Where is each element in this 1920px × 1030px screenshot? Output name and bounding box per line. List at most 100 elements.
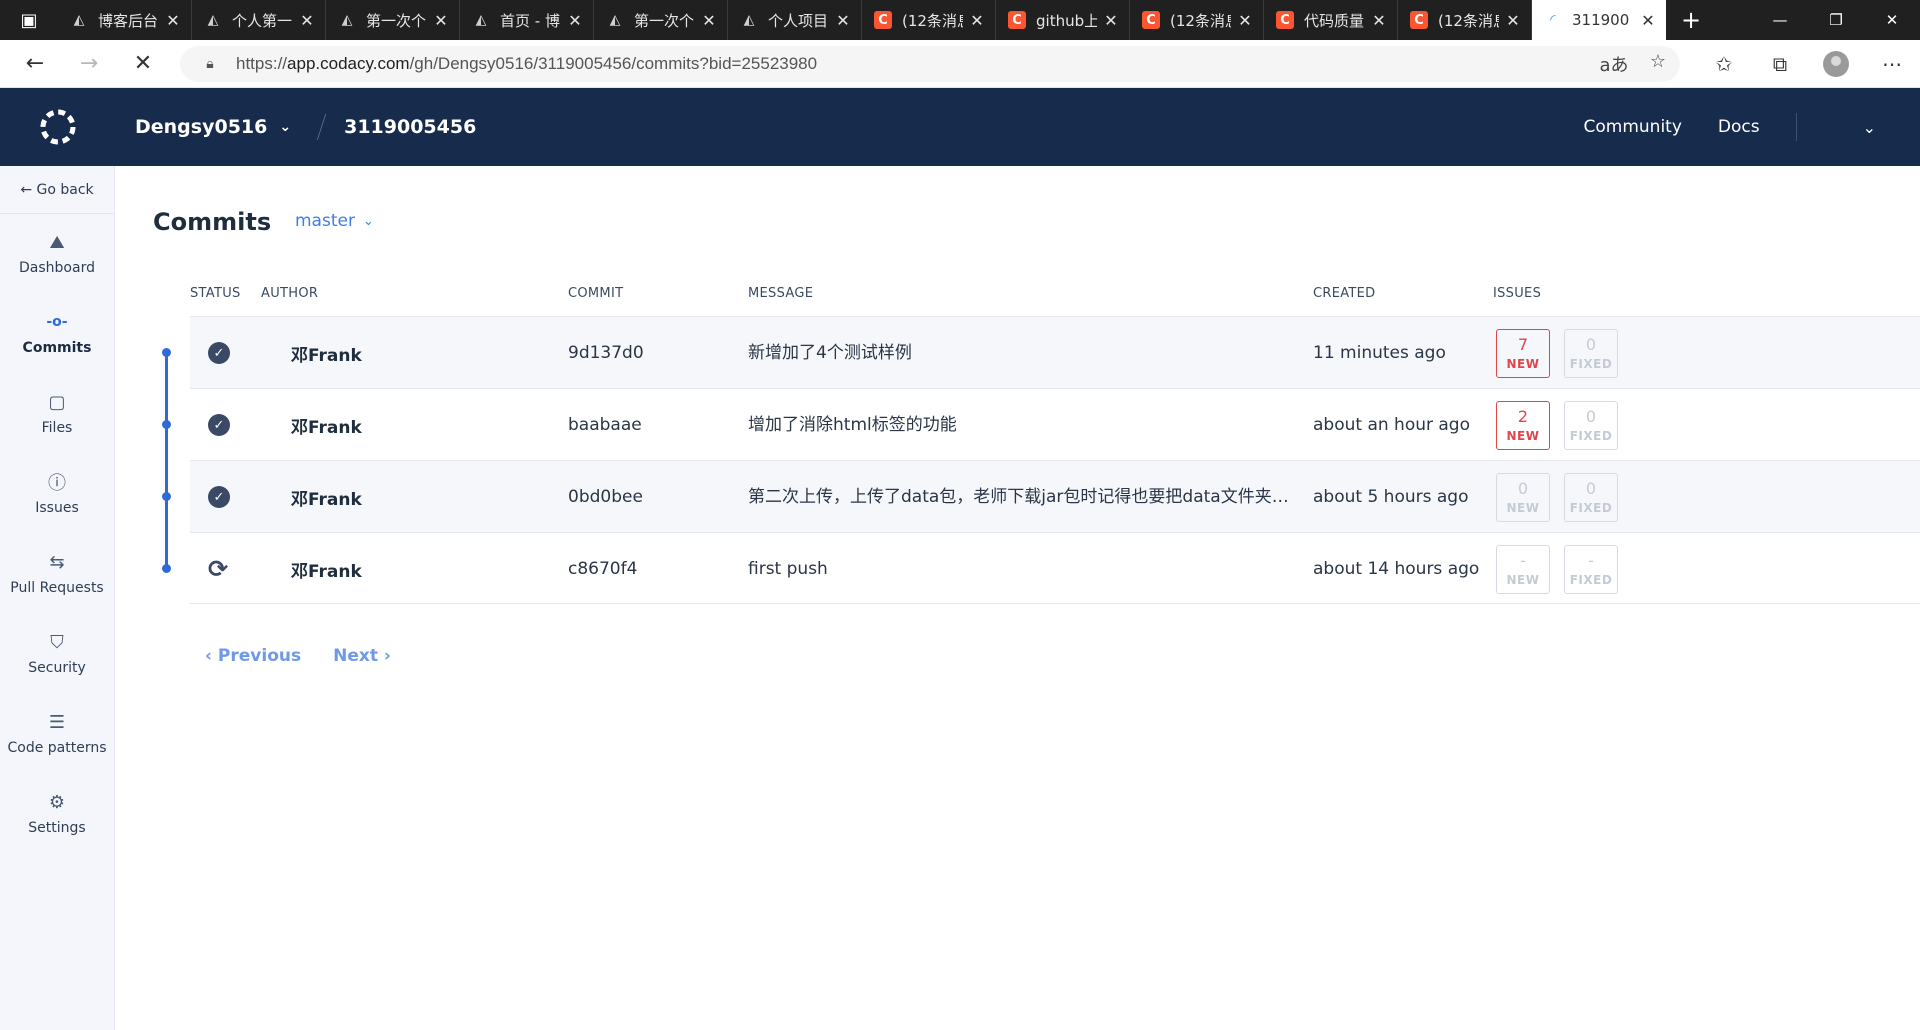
commit-message[interactable]: first push — [748, 533, 1293, 605]
sidebar-item-settings[interactable]: ⚙ Settings — [0, 774, 114, 854]
sidebar-item-files[interactable]: ▢ Files — [0, 374, 114, 454]
close-tab-icon[interactable]: ✕ — [835, 11, 851, 30]
branch-selector[interactable]: master ⌄ — [295, 211, 374, 231]
sidebar-item-issues[interactable]: ⓘ Issues — [0, 454, 114, 534]
address-bar[interactable]: 🔒︎ https://app.codacy.com/gh/Dengsy0516/… — [180, 46, 1680, 82]
commit-message[interactable]: 新增加了4个测试样例 — [748, 317, 1293, 389]
user-menu-chevron-icon[interactable]: ⌄ — [1863, 118, 1876, 137]
table-row[interactable]: ✓ 邓Frank 0bd0bee 第二次上传，上传了data包，老师下载jar包时记得… — [190, 460, 1920, 532]
fixed-issues-badge-label: FIXED — [1569, 501, 1613, 515]
browser-tab[interactable]: Cgithub上 ✕ — [996, 0, 1130, 40]
commit-hash[interactable]: baabaae — [568, 389, 642, 461]
sidebar-item-pull-requests[interactable]: ⇆ Pull Requests — [0, 534, 114, 614]
sidebar-item-commits[interactable]: -o- Commits — [0, 294, 114, 374]
browser-tab[interactable]: ◭ 首页 - 博 ✕ — [460, 0, 594, 40]
browser-tab[interactable]: C (12条消息 ✕ — [1398, 0, 1532, 40]
close-tab-icon[interactable]: ✕ — [1640, 11, 1656, 30]
restore-icon[interactable]: ❐ — [1808, 0, 1864, 40]
status-cell: ✓ — [208, 317, 230, 389]
fixed-issues-badge[interactable]: 0 FIXED — [1564, 400, 1618, 450]
new-issues-badge[interactable]: 7 NEW — [1496, 328, 1550, 378]
new-issues-badge[interactable]: 2 NEW — [1496, 400, 1550, 450]
close-tab-icon[interactable]: ✕ — [1371, 11, 1387, 30]
minimize-icon[interactable]: — — [1752, 0, 1808, 40]
close-window-icon[interactable]: ✕ — [1864, 0, 1920, 40]
stop-loading-icon[interactable]: ✕ — [116, 40, 170, 88]
commit-message[interactable]: 增加了消除html标签的功能 — [748, 389, 1293, 461]
table-row[interactable]: ✓ 邓Frank 9d137d0 新增加了4个测试样例 11 minutes ago 7 N… — [190, 316, 1920, 388]
close-tab-icon[interactable]: ✕ — [433, 11, 449, 30]
commit-hash[interactable]: 0bd0bee — [568, 461, 643, 533]
close-tab-icon[interactable]: ✕ — [1103, 11, 1119, 30]
tab-title: (12条消息 — [1170, 11, 1231, 30]
column-commit: COMMIT — [568, 286, 624, 301]
column-created: CREATED — [1313, 286, 1376, 301]
fixed-issues-badge[interactable]: 0 FIXED — [1564, 328, 1618, 378]
close-tab-icon[interactable]: ✕ — [701, 11, 717, 30]
forward-arrow-icon[interactable]: → — [62, 40, 116, 88]
breadcrumb-separator — [316, 114, 327, 140]
new-tab-button[interactable]: + — [1666, 0, 1716, 40]
tab-title: 首页 - 博 — [500, 11, 560, 30]
collections-icon[interactable]: ⧉ — [1752, 40, 1808, 88]
table-row[interactable]: ⟳ 邓Frank c8670f4 first push about 14 hours a… — [190, 532, 1920, 604]
browser-tab[interactable]: C 代码质量 ✕ — [1264, 0, 1398, 40]
commit-message-cell: 新增加了4个测试样例 — [748, 317, 1293, 389]
tab-title: 博客后台 — [98, 11, 159, 30]
tab-actions-icon[interactable]: ▣ — [0, 0, 58, 40]
issues-cell: - NEW - FIXED — [1496, 533, 1618, 605]
fixed-issues-badge[interactable]: 0 FIXED — [1564, 472, 1618, 522]
column-message: MESSAGE — [748, 286, 814, 301]
commit-message[interactable]: 第二次上传，上传了data包，老师下载jar包时记得也要把data文件夹一起下载 — [748, 461, 1293, 533]
sidebar-item-code-patterns[interactable]: ☰ Code patterns — [0, 694, 114, 774]
new-issues-badge-count: - — [1520, 551, 1526, 570]
sidebar-item-dashboard[interactable]: ⛰ Dashboard — [0, 214, 114, 294]
files-icon: ▢ — [48, 391, 66, 413]
url-text[interactable]: https://app.codacy.com/gh/Dengsy0516/311… — [236, 54, 817, 74]
browser-tab[interactable]: ◭ 博客后台 ✕ — [58, 0, 192, 40]
browser-tab[interactable]: ◭ 第一次个 ✕ — [326, 0, 460, 40]
close-tab-icon[interactable]: ✕ — [165, 11, 181, 30]
profile-avatar[interactable] — [1808, 40, 1864, 88]
browser-tab[interactable]: C (12条消息 ✕ — [1130, 0, 1264, 40]
close-tab-icon[interactable]: ✕ — [969, 11, 985, 30]
back-arrow-icon[interactable]: ← — [8, 40, 62, 88]
more-menu-icon[interactable]: ⋯ — [1864, 40, 1920, 88]
close-tab-icon[interactable]: ✕ — [567, 11, 583, 30]
browser-tab[interactable]: ◜ 311900 ✕ — [1532, 0, 1666, 40]
commit-created: about 5 hours ago — [1313, 487, 1469, 507]
previous-page-link[interactable]: ‹ Previous — [205, 646, 301, 666]
browser-tab[interactable]: ◭ 个人项目 ✕ — [728, 0, 862, 40]
browser-tab[interactable]: ◭ 个人第一 ✕ — [192, 0, 326, 40]
sidebar-item-security[interactable]: ⛉ Security — [0, 614, 114, 694]
repository-name[interactable]: 3119005456 — [344, 116, 476, 138]
read-aloud-icon[interactable]: aあ — [1592, 51, 1636, 77]
fixed-issues-badge-label: FIXED — [1569, 573, 1613, 587]
issues-cell: 7 NEW 0 FIXED — [1496, 317, 1618, 389]
commit-hash[interactable]: c8670f4 — [568, 533, 637, 605]
fixed-issues-badge[interactable]: - FIXED — [1564, 544, 1618, 594]
lock-icon[interactable]: 🔒︎ — [192, 56, 228, 72]
next-page-link[interactable]: Next › — [333, 646, 391, 666]
table-row[interactable]: ✓ 邓Frank baabaae 增加了消除html标签的功能 about an hou… — [190, 388, 1920, 460]
timeline-dot — [162, 420, 171, 429]
sidebar-item-label: Dashboard — [19, 260, 95, 276]
close-tab-icon[interactable]: ✕ — [299, 11, 315, 30]
organization-selector[interactable]: Dengsy0516 ⌄ — [135, 116, 291, 138]
new-issues-badge[interactable]: - NEW — [1496, 544, 1550, 594]
favorites-icon[interactable]: ✩ — [1696, 40, 1752, 88]
cnblogs-favicon-icon: ◭ — [207, 12, 219, 28]
pagination: ‹ Previous Next › — [205, 646, 423, 666]
docs-link[interactable]: Docs — [1718, 117, 1760, 137]
codacy-logo[interactable] — [0, 88, 115, 166]
browser-tab[interactable]: C (12条消息 ✕ — [862, 0, 996, 40]
close-tab-icon[interactable]: ✕ — [1505, 11, 1521, 30]
commit-hash[interactable]: 9d137d0 — [568, 317, 644, 389]
browser-tab[interactable]: ◭ 第一次个 ✕ — [594, 0, 728, 40]
go-back-link[interactable]: ← Go back — [0, 166, 114, 214]
new-issues-badge[interactable]: 0 NEW — [1496, 472, 1550, 522]
community-link[interactable]: Community — [1584, 117, 1682, 137]
close-tab-icon[interactable]: ✕ — [1237, 11, 1253, 30]
new-issues-badge-count: 0 — [1517, 479, 1529, 498]
add-favorite-icon[interactable]: ☆ — [1636, 51, 1680, 77]
